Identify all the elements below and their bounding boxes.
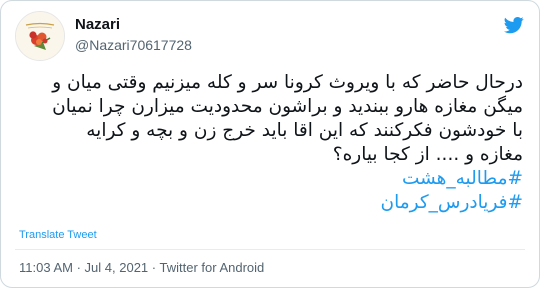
hashtag-link[interactable]: #فریادرس_کرمان <box>15 191 524 215</box>
divider <box>15 249 525 250</box>
tweet-time[interactable]: 11:03 AM <box>19 260 73 275</box>
tweet-source[interactable]: Twitter for Android <box>160 260 265 275</box>
author-identity[interactable]: Nazari @Nazari70617728 <box>75 15 192 54</box>
hashtag-link[interactable]: #مطالبه_هشت <box>15 167 523 191</box>
tweet-text-line: با خودشون فکرکنند که این اقا باید خرج زن… <box>86 120 523 141</box>
separator-dot: · <box>151 260 160 275</box>
author-handle[interactable]: @Nazari70617728 <box>75 36 192 54</box>
tweet-text-line: میگن مغازه هارو ببندید و براشون محدودیت … <box>52 96 523 117</box>
tweet-text: درحال حاضر که با ویروث کرونا سر و کله می… <box>15 71 523 215</box>
tweet-text-line: درحال حاضر که با ویروث کرونا سر و کله می… <box>52 72 523 93</box>
tweet-card: Nazari @Nazari70617728 درحال حاضر که با … <box>0 0 540 288</box>
tweet-text-line: مغازه و .... از کجا بیاره؟ <box>332 144 523 165</box>
flower-bouquet-avatar-icon <box>16 12 64 60</box>
tweet-meta: 11:03 AM · Jul 4, 2021 · Twitter for And… <box>19 260 264 275</box>
avatar[interactable] <box>15 11 65 61</box>
tweet-date[interactable]: Jul 4, 2021 <box>85 260 149 275</box>
author-display-name[interactable]: Nazari <box>75 15 192 34</box>
translate-tweet-link[interactable]: Translate Tweet <box>19 229 97 241</box>
twitter-bird-icon[interactable] <box>503 15 525 35</box>
separator-dot: · <box>76 260 85 275</box>
